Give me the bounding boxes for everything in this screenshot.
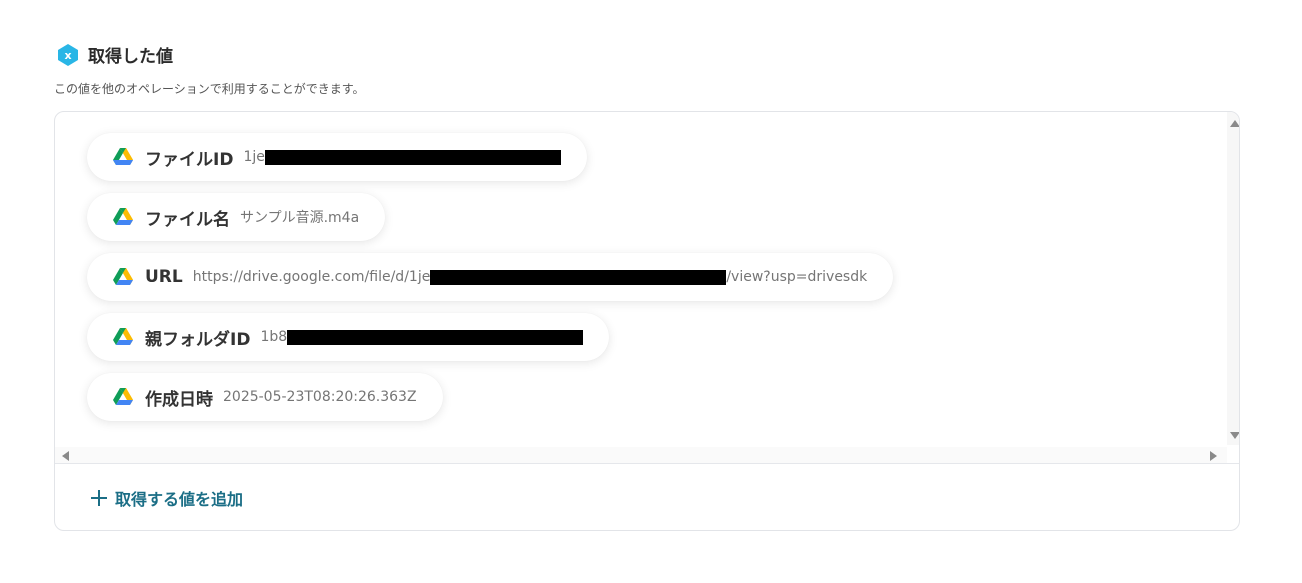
value-chip-parent-folder-id[interactable]: 親フォルダID 1b8 [87,313,610,361]
section-header: x 取得した値 [56,42,173,67]
section-title: 取得した値 [88,47,173,67]
google-drive-icon [113,268,133,285]
value-chip-file-id[interactable]: ファイルID 1je [87,133,587,181]
redaction-bar [430,269,727,285]
chip-label: URL [145,267,183,287]
chip-value-suffix: /view?usp=drivesdk [726,269,868,285]
vertical-scrollbar[interactable] [1227,112,1239,445]
chip-label: ファイルID [145,149,234,170]
section-description: この値を他のオペレーションで利用することができます。 [54,82,365,96]
value-chip-url[interactable]: URL https://drive.google.com/file/d/1je … [87,253,894,301]
values-panel: ファイルID 1je ファイル名 サンプル音源.m4a URL https://… [54,111,1240,531]
chip-value-prefix: 1je [243,149,265,165]
chip-value: サンプル音源.m4a [240,210,360,226]
chip-label: 作成日時 [145,389,213,410]
value-chip-created-at[interactable]: 作成日時 2025-05-23T08:20:26.363Z [87,373,443,421]
variable-badge-icon: x [58,43,78,66]
horizontal-scrollbar[interactable] [55,447,1227,463]
chip-value-prefix: https://drive.google.com/file/d/1je [192,269,431,285]
scroll-left-arrow-icon[interactable] [62,451,69,461]
google-drive-icon [113,208,133,225]
redaction-bar [264,149,561,165]
plus-icon [91,490,107,506]
google-drive-icon [113,148,133,165]
add-value-button[interactable]: 取得する値を追加 [91,486,243,510]
svg-text:x: x [64,49,71,62]
values-scroll-area: ファイルID 1je ファイル名 サンプル音源.m4a URL https://… [55,112,1239,463]
google-drive-icon [113,328,133,345]
chip-label: ファイル名 [145,209,230,230]
scroll-right-arrow-icon[interactable] [1210,451,1217,461]
chip-value-prefix: 1b8 [260,329,288,345]
panel-divider [55,463,1239,464]
add-value-label: 取得する値を追加 [115,490,244,509]
chip-value: 1b8 [260,329,584,345]
scroll-down-arrow-icon[interactable] [1230,432,1239,439]
value-chip-file-name[interactable]: ファイル名 サンプル音源.m4a [87,193,386,241]
scroll-up-arrow-icon[interactable] [1230,120,1239,127]
redaction-bar [287,329,584,345]
google-drive-icon [113,388,133,405]
chip-value: 1je [243,149,561,165]
chip-value: https://drive.google.com/file/d/1je /vie… [193,269,867,285]
chip-label: 親フォルダID [145,329,251,350]
chip-value: 2025-05-23T08:20:26.363Z [223,389,417,405]
